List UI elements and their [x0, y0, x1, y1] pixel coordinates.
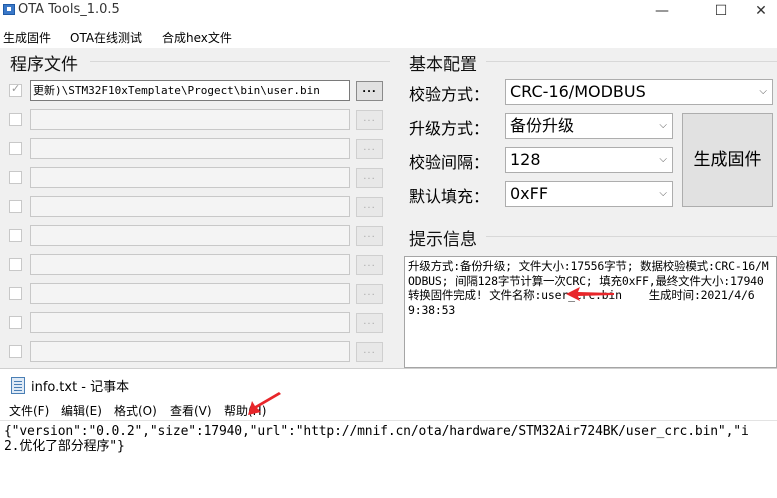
file-path-input[interactable] — [30, 254, 350, 275]
close-button[interactable]: ✕ — [745, 0, 777, 24]
file-checkbox[interactable] — [9, 82, 22, 97]
browse-button[interactable]: ... — [356, 139, 383, 159]
file-path-input[interactable] — [30, 283, 350, 304]
minimize-button[interactable]: — — [639, 0, 685, 24]
checksum-label: 校验方式： — [409, 85, 490, 104]
file-path-input[interactable] — [30, 225, 350, 246]
group-divider — [486, 61, 777, 62]
chevron-down-icon: ⌵ — [659, 188, 667, 199]
file-checkbox[interactable] — [9, 171, 22, 184]
menu-bar: 生成固件 OTA在线测试 合成hex文件 — [0, 24, 777, 48]
fill-label: 默认填充： — [409, 187, 490, 206]
file-checkbox[interactable] — [9, 229, 22, 242]
browse-button[interactable]: ... — [356, 342, 383, 362]
interval-value: 128 — [510, 150, 541, 169]
window-title: OTA Tools_1.0.5 — [18, 2, 120, 17]
notepad-icon — [11, 377, 25, 394]
ota-app-icon — [3, 4, 15, 15]
file-path-input[interactable] — [30, 196, 350, 217]
generate-firmware-button[interactable]: 生成固件 — [682, 113, 773, 207]
menu-ota-online-test[interactable]: OTA在线测试 — [70, 29, 142, 46]
file-path-input[interactable] — [30, 341, 350, 362]
notepad-window: info.txt - 记事本 文件(F) 编辑(E) 格式(O) 查看(V) 帮… — [0, 368, 777, 498]
browse-button[interactable]: ... — [356, 168, 383, 188]
notepad-editor[interactable]: {"version":"0.0.2","size":17940,"url":"h… — [0, 420, 777, 498]
browse-button[interactable]: ... — [356, 197, 383, 217]
title-bar: OTA Tools_1.0.5 — ☐ ✕ — [0, 0, 777, 24]
file-path-input[interactable]: 更新)\STM32F10xTemplate\Progect\bin\user.b… — [30, 80, 350, 101]
chevron-down-icon: ⌵ — [759, 86, 767, 97]
menu-merge-hex[interactable]: 合成hex文件 — [162, 29, 232, 46]
upgrade-label: 升级方式： — [409, 119, 490, 138]
file-checkbox[interactable] — [9, 258, 22, 271]
upgrade-select[interactable]: 备份升级 ⌵ — [505, 113, 673, 139]
browse-button[interactable]: ... — [356, 110, 383, 130]
group-divider — [486, 236, 777, 237]
menu-generate-firmware[interactable]: 生成固件 — [3, 29, 51, 46]
checksum-select[interactable]: CRC-16/MODBUS ⌵ — [505, 79, 773, 105]
file-checkbox[interactable] — [9, 345, 22, 358]
maximize-button[interactable]: ☐ — [698, 0, 744, 24]
notepad-menu-edit[interactable]: 编辑(E) — [61, 402, 102, 419]
file-checkbox[interactable] — [9, 200, 22, 213]
fill-value: 0xFF — [510, 184, 549, 203]
notepad-content: {"version":"0.0.2","size":17940,"url":"h… — [4, 424, 749, 454]
interval-label: 校验间隔： — [409, 153, 490, 172]
file-checkbox[interactable] — [9, 142, 22, 155]
info-title: 提示信息 — [409, 225, 480, 250]
file-path-input[interactable] — [30, 167, 350, 188]
file-checkbox[interactable] — [9, 316, 22, 329]
browse-button[interactable]: ... — [356, 226, 383, 246]
ota-tool-window: OTA Tools_1.0.5 — ☐ ✕ 生成固件 OTA在线测试 合成hex… — [0, 0, 777, 368]
browse-button[interactable]: ... — [356, 313, 383, 333]
program-files-title: 程序文件 — [10, 50, 81, 75]
info-textbox[interactable]: 升级方式:备份升级; 文件大小:17556字节; 数据校验模式:CRC-16/M… — [404, 256, 777, 368]
red-annotation-arrow — [248, 392, 281, 415]
notepad-menu-file[interactable]: 文件(F) — [9, 402, 49, 419]
browse-button[interactable]: ... — [356, 81, 383, 101]
upgrade-value: 备份升级 — [510, 116, 575, 135]
notepad-menu-format[interactable]: 格式(O) — [114, 402, 157, 419]
browse-button[interactable]: ... — [356, 255, 383, 275]
file-path-input[interactable] — [30, 109, 350, 130]
file-checkbox[interactable] — [9, 113, 22, 126]
browse-button[interactable]: ... — [356, 284, 383, 304]
group-divider — [90, 61, 390, 62]
file-path-input[interactable] — [30, 138, 350, 159]
chevron-down-icon: ⌵ — [659, 120, 667, 131]
config-title: 基本配置 — [409, 50, 480, 75]
chevron-down-icon: ⌵ — [659, 154, 667, 165]
red-annotation-arrow — [566, 287, 614, 301]
file-checkbox[interactable] — [9, 287, 22, 300]
notepad-menu-view[interactable]: 查看(V) — [170, 402, 212, 419]
interval-select[interactable]: 128 ⌵ — [505, 147, 673, 173]
notepad-title: info.txt - 记事本 — [31, 380, 130, 395]
checksum-value: CRC-16/MODBUS — [510, 82, 646, 101]
file-path-input[interactable] — [30, 312, 350, 333]
fill-select[interactable]: 0xFF ⌵ — [505, 181, 673, 207]
